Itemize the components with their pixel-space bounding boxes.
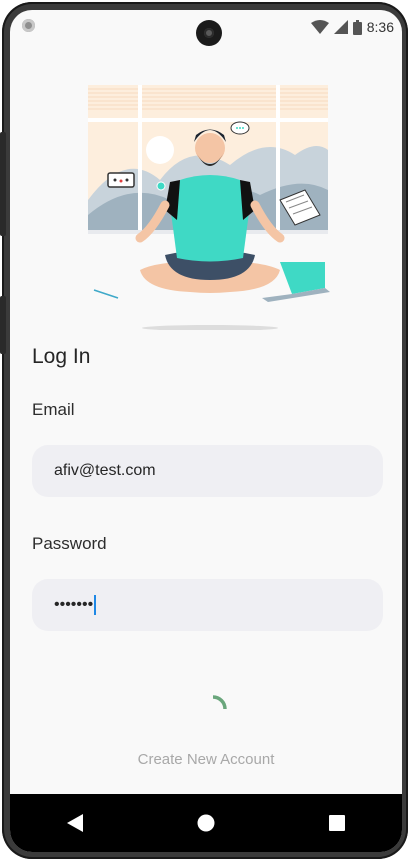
home-icon [197,814,215,832]
back-button[interactable] [55,803,95,843]
app-screen: 8:36 Log In Email afiv@test.com Password… [10,10,402,852]
battery-icon [352,19,362,35]
phone-frame: 8:36 Log In Email afiv@test.com Password… [0,0,412,863]
navigation-bar [10,794,402,852]
signal-icon [333,20,348,34]
recents-button[interactable] [317,803,357,843]
text-caret [94,595,97,615]
power-button [0,296,6,354]
email-label: Email [32,400,75,419]
email-value: afiv@test.com [54,462,156,479]
page-title: Log In [32,345,91,368]
wifi-icon [310,20,329,34]
loading-spinner-icon [212,695,227,710]
status-time: 8:36 [366,19,394,35]
status-icons: 8:36 [310,18,394,36]
status-bar: 8:36 [10,10,402,46]
front-camera [196,20,222,46]
create-account-link[interactable]: Create New Account [10,751,402,768]
volume-button [0,132,6,236]
back-icon [67,814,84,832]
email-field[interactable]: afiv@test.com [32,445,383,497]
password-label: Password [32,534,107,553]
password-field[interactable]: ••••••• [32,579,383,631]
password-value: ••••••• [54,596,94,613]
recents-icon [328,815,345,831]
home-button[interactable] [186,803,226,843]
notification-dot-icon [22,19,35,32]
meditation-illustration [88,85,330,330]
